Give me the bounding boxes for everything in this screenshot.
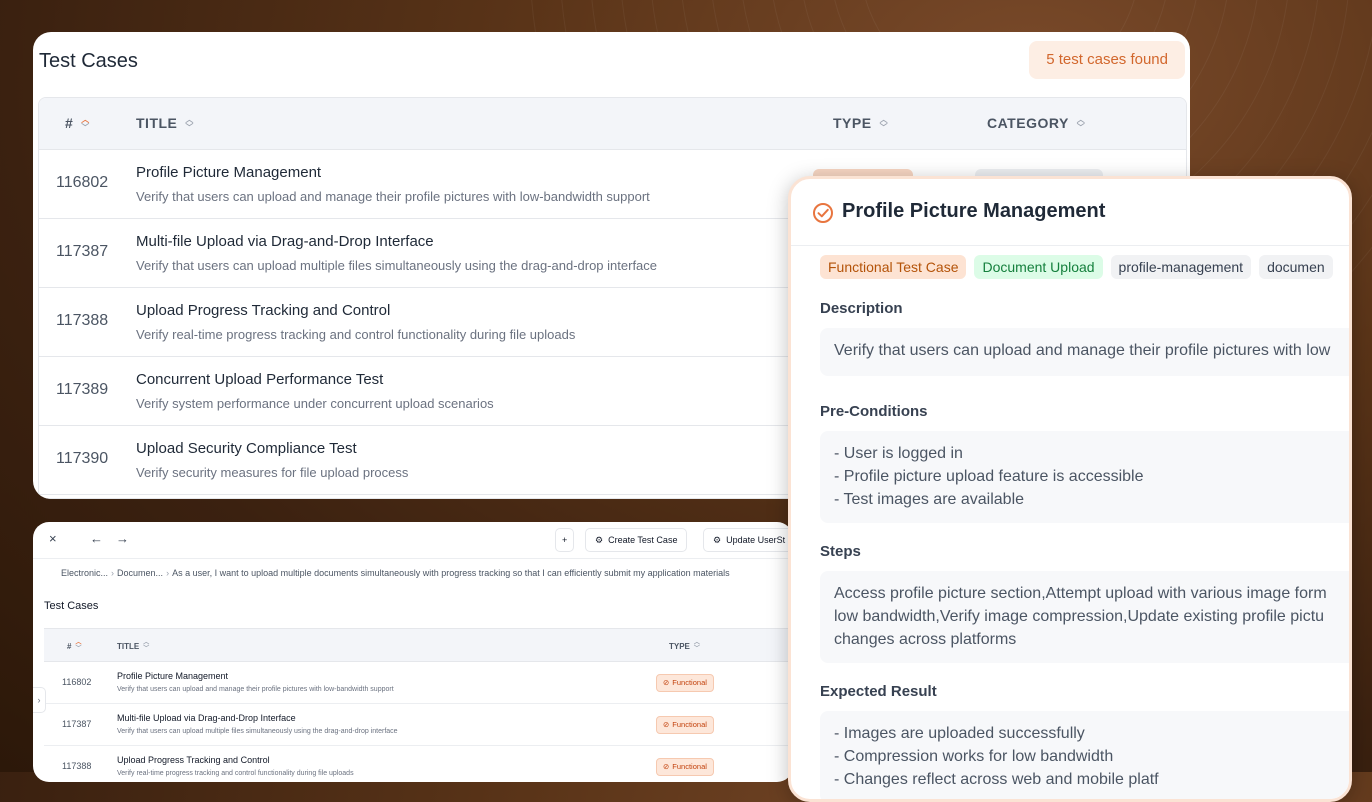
check-circle-icon: ⊘ (663, 717, 669, 733)
expected-result-label: Expected Result (820, 683, 937, 700)
sidebar-toggle[interactable]: › (33, 687, 46, 713)
row-description: Verify real-time progress tracking and c… (136, 327, 575, 342)
tag-type: Functional Test Case (820, 255, 966, 279)
row-title: Multi-file Upload via Drag-and-Drop Inte… (117, 713, 296, 723)
check-circle-icon (812, 202, 834, 224)
row-description: Verify that users can upload and manage … (136, 189, 650, 204)
row-id: 117387 (62, 719, 91, 729)
column-category[interactable]: CATEGORY ︿﹀ (987, 98, 1085, 149)
expected-result-box: - Images are uploaded successfully - Com… (820, 711, 1352, 802)
check-circle-icon: ⊘ (663, 675, 669, 691)
column-type[interactable]: TYPE ︿﹀ (833, 98, 888, 149)
row-description: Verify real-time progress tracking and c… (117, 770, 354, 777)
row-title: Profile Picture Management (136, 164, 321, 181)
sort-icon[interactable]: ︿﹀ (1077, 116, 1086, 132)
description-box: Verify that users can upload and manage … (820, 328, 1352, 376)
test-cases-table: # ︿﹀ TITLE ︿﹀ TYPE ︿﹀ 116802 Profile Pic… (44, 628, 793, 782)
table-header: # ︿﹀ TITLE ︿﹀ TYPE ︿﹀ (44, 629, 793, 662)
sort-icon[interactable]: ︿﹀ (81, 116, 90, 132)
forward-arrow-icon[interactable]: → (116, 531, 129, 546)
chevron-right-icon: › (166, 568, 169, 578)
detail-header: Profile Picture Management (791, 179, 1349, 246)
breadcrumb: Electronic...›Documen...›As a user, I wa… (61, 568, 730, 578)
tag-category: Document Upload (974, 255, 1102, 279)
row-title: Upload Security Compliance Test (136, 440, 357, 457)
type-badge: ⊘Functional (656, 716, 714, 734)
plus-icon: + (562, 529, 567, 551)
table-header: # ︿﹀ TITLE ︿﹀ TYPE ︿﹀ CATEGORY ︿﹀ (39, 98, 1186, 150)
results-count-badge: 5 test cases found (1029, 41, 1185, 79)
row-description: Verify that users can upload and manage … (117, 686, 394, 693)
row-id: 117388 (62, 761, 91, 771)
row-description: Verify system performance under concurre… (136, 396, 494, 411)
row-title: Upload Progress Tracking and Control (117, 755, 270, 765)
detail-title: Profile Picture Management (842, 200, 1105, 223)
breadcrumb-item[interactable]: Documen... (117, 568, 163, 578)
row-id: 116802 (56, 174, 108, 192)
row-description: Verify that users can upload multiple fi… (136, 258, 657, 273)
chevron-right-icon: › (111, 568, 114, 578)
row-id: 117389 (56, 381, 108, 399)
add-button[interactable]: + (555, 528, 574, 552)
check-circle-icon: ⊘ (663, 759, 669, 775)
create-test-case-button[interactable]: ⚙ Create Test Case (585, 528, 687, 552)
row-title: Concurrent Upload Performance Test (136, 371, 383, 388)
sort-icon[interactable]: ︿﹀ (880, 116, 889, 132)
column-id[interactable]: # ︿﹀ (67, 640, 81, 652)
column-title[interactable]: TITLE ︿﹀ (136, 98, 194, 149)
sort-icon[interactable]: ︿﹀ (143, 640, 149, 652)
gear-icon: ⚙ (595, 529, 603, 551)
close-icon[interactable]: × (49, 531, 57, 546)
row-description: Verify security measures for file upload… (136, 465, 408, 480)
column-type[interactable]: TYPE ︿﹀ (669, 640, 700, 652)
row-title: Upload Progress Tracking and Control (136, 302, 390, 319)
update-user-story-button[interactable]: ⚙ Update UserSt (703, 528, 793, 552)
breadcrumb-item[interactable]: As a user, I want to upload multiple doc… (172, 568, 730, 578)
toolbar: × ← → + ⚙ Create Test Case ⚙ Update User… (33, 522, 793, 559)
page-title: Test Cases (39, 50, 138, 73)
row-id: 117388 (56, 312, 108, 330)
row-id: 117390 (56, 450, 108, 468)
sort-icon[interactable]: ︿﹀ (185, 116, 194, 132)
app-window: × ← → + ⚙ Create Test Case ⚙ Update User… (33, 522, 793, 782)
sort-icon[interactable]: ︿﹀ (75, 640, 81, 652)
section-title: Test Cases (44, 600, 98, 612)
table-row[interactable]: 117388 Upload Progress Tracking and Cont… (44, 746, 793, 782)
row-description: Verify that users can upload multiple fi… (117, 728, 398, 735)
steps-label: Steps (820, 543, 861, 560)
tag-label: profile-management (1111, 255, 1252, 279)
preconditions-box: - User is logged in - Profile picture up… (820, 431, 1352, 523)
row-id: 116802 (62, 677, 91, 687)
preconditions-label: Pre-Conditions (820, 403, 928, 420)
breadcrumb-item[interactable]: Electronic... (61, 568, 108, 578)
type-badge: ⊘Functional (656, 674, 714, 692)
table-row[interactable]: 116802 Profile Picture Management Verify… (44, 662, 793, 704)
row-title: Multi-file Upload via Drag-and-Drop Inte… (136, 233, 434, 250)
column-title[interactable]: TITLE ︿﹀ (117, 640, 149, 652)
sort-icon[interactable]: ︿﹀ (694, 640, 700, 652)
tag-list: Functional Test Case Document Upload pro… (820, 255, 1333, 279)
table-row[interactable]: 117387 Multi-file Upload via Drag-and-Dr… (44, 704, 793, 746)
column-id[interactable]: # ︿﹀ (65, 98, 90, 149)
tag-label: documen (1259, 255, 1333, 279)
steps-box: Access profile picture section,Attempt u… (820, 571, 1352, 663)
type-badge: ⊘Functional (656, 758, 714, 776)
description-label: Description (820, 300, 903, 317)
back-arrow-icon[interactable]: ← (90, 531, 103, 546)
gear-icon: ⚙ (713, 529, 721, 551)
test-case-detail-card: Profile Picture Management Functional Te… (788, 176, 1352, 802)
row-id: 117387 (56, 243, 108, 261)
row-title: Profile Picture Management (117, 671, 228, 681)
